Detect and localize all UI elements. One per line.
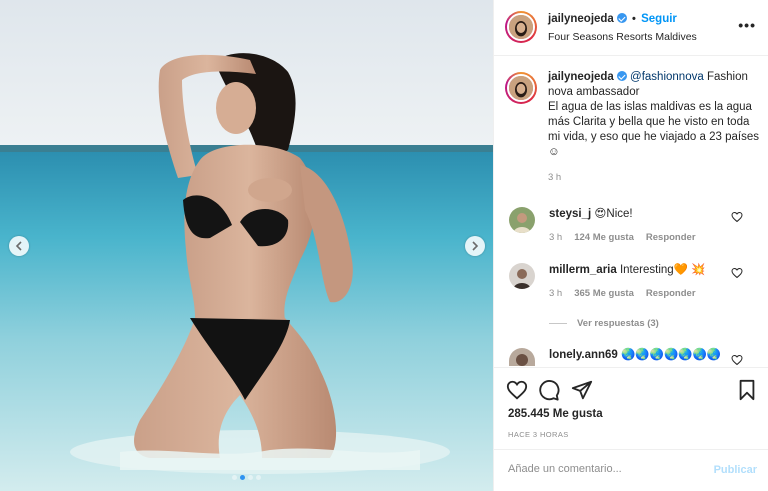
reply-button[interactable]: Responder <box>646 232 696 243</box>
commenter-avatar[interactable] <box>509 263 535 289</box>
comment-heart-icon[interactable] <box>731 267 743 279</box>
post-timestamp[interactable]: HACE 3 HORAS <box>508 430 569 439</box>
carousel-dot <box>256 475 261 480</box>
author-avatar[interactable] <box>505 11 537 43</box>
header-separator: • <box>632 13 636 25</box>
caption-mention[interactable]: @fashionnova <box>630 71 704 83</box>
beach-photo <box>0 0 493 491</box>
caption-time[interactable]: 3 h <box>548 172 761 183</box>
more-options-icon[interactable]: ••• <box>738 17 756 33</box>
carousel-dots <box>0 475 493 480</box>
verified-icon <box>616 13 627 23</box>
caption-text: jailyneojeda @fashionnova Fashion nova a… <box>548 70 761 160</box>
post-sidebar: jailyneojeda • Seguir Four Seasons Resor… <box>493 0 768 491</box>
bookmark-icon[interactable] <box>736 379 758 401</box>
carousel-dot-active <box>240 475 245 480</box>
comment-text: Interesting🧡 💥 <box>619 264 706 276</box>
comment-username[interactable]: lonely.ann69 <box>549 349 618 361</box>
post-caption: jailyneojeda @fashionnova Fashion nova a… <box>505 70 761 183</box>
reply-button[interactable]: Responder <box>646 288 696 299</box>
comment-likes[interactable]: 365 Me gusta <box>574 288 634 299</box>
location-link[interactable]: Four Seasons Resorts Maldives <box>548 31 697 43</box>
comment-likes[interactable]: 124 Me gusta <box>574 232 634 243</box>
post-image[interactable] <box>0 0 493 491</box>
heart-icon[interactable] <box>506 379 528 401</box>
comment-item: steysi_j 😍Nice! 3 h 124 Me gusta Responder <box>505 207 761 243</box>
comment-heart-icon[interactable] <box>731 211 743 223</box>
chevron-right-icon <box>472 241 479 251</box>
caption-avatar[interactable] <box>505 72 537 104</box>
prev-image-button[interactable] <box>9 236 29 256</box>
comment-heart-icon[interactable] <box>731 354 743 366</box>
comment-item: millerm_aria Interesting🧡 💥 3 h 365 Me gu… <box>505 263 761 299</box>
comment-time[interactable]: 3 h <box>549 232 562 243</box>
share-icon[interactable] <box>571 379 593 401</box>
carousel-dot <box>248 475 253 480</box>
author-username[interactable]: jailyneojeda <box>548 13 614 25</box>
commenter-avatar[interactable] <box>509 207 535 233</box>
chevron-left-icon <box>15 241 22 251</box>
next-image-button[interactable] <box>465 236 485 256</box>
likes-count[interactable]: 285.445 Me gusta <box>508 408 603 420</box>
comment-text: 😍Nice! <box>594 208 633 220</box>
comment-input[interactable] <box>508 463 698 475</box>
post-actions: 285.445 Me gusta HACE 3 HORAS <box>494 367 768 449</box>
caption-username[interactable]: jailyneojeda <box>548 71 614 83</box>
comment-text: 🌏🌏🌏🌏🌏🌏🌏 <box>621 349 722 361</box>
publish-button[interactable]: Publicar <box>714 464 757 476</box>
commenter-avatar[interactable] <box>509 348 535 366</box>
carousel-dot <box>232 475 237 480</box>
comment-username[interactable]: steysi_j <box>549 208 591 220</box>
comment-time[interactable]: 3 h <box>549 288 562 299</box>
view-replies-button[interactable]: Ver respuestas (3) <box>549 318 659 329</box>
comment-username[interactable]: millerm_aria <box>549 264 617 276</box>
verified-icon <box>616 71 627 81</box>
post-header: jailyneojeda • Seguir Four Seasons Resor… <box>494 0 768 56</box>
follow-button[interactable]: Seguir <box>641 13 677 25</box>
comment-item: lonely.ann69 🌏🌏🌏🌏🌏🌏🌏 <box>505 348 761 366</box>
comment-icon[interactable] <box>538 379 560 401</box>
add-comment-bar: Publicar <box>494 449 768 491</box>
caption-body: Fashion nova ambassador El agua de las i… <box>548 71 759 158</box>
